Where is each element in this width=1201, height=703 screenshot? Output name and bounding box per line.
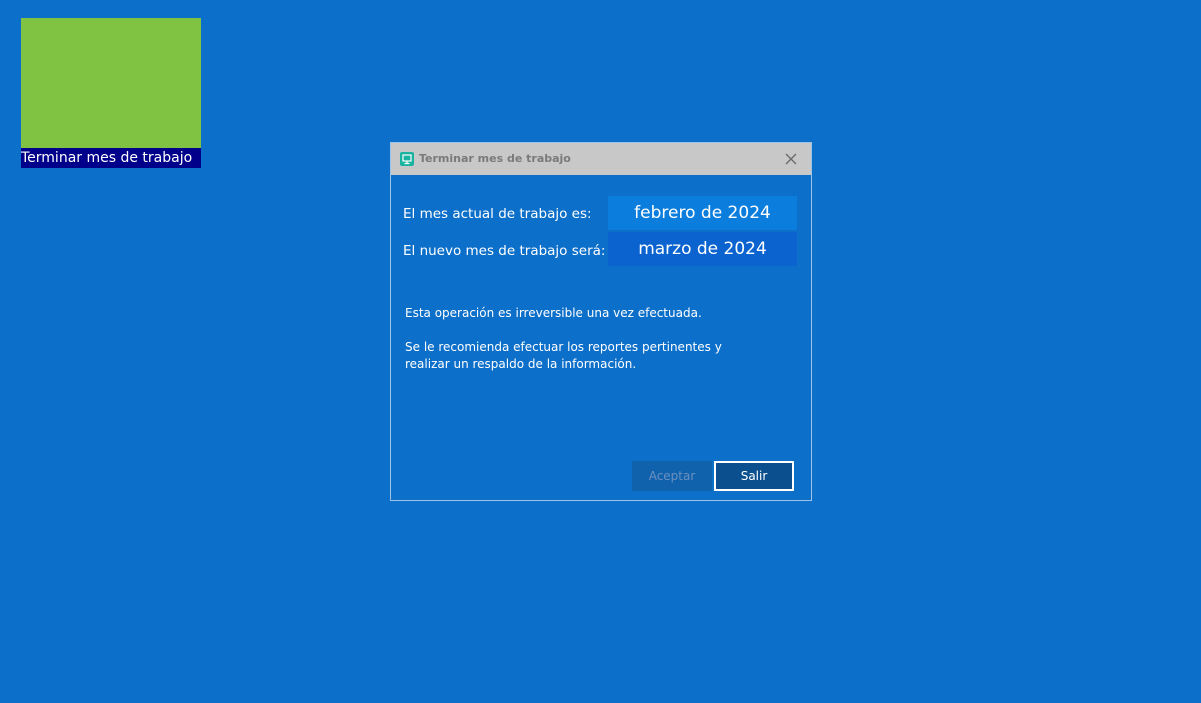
dialog-title: Terminar mes de trabajo	[419, 152, 571, 165]
exit-button[interactable]: Salir	[714, 461, 794, 491]
recommendation-line-1: Se le recomienda efectuar los reportes p…	[405, 340, 722, 354]
terminar-mes-dialog: Terminar mes de trabajo El mes actual de…	[390, 142, 812, 501]
dialog-titlebar[interactable]: Terminar mes de trabajo	[391, 143, 811, 175]
desktop: Terminar mes de trabajo Terminar mes de …	[0, 0, 1201, 703]
warning-message: Esta operación es irreversible una vez e…	[405, 306, 702, 320]
tile-face	[21, 18, 201, 148]
desktop-tile-terminar-mes[interactable]: Terminar mes de trabajo	[21, 18, 201, 168]
monitor-icon	[400, 152, 414, 166]
current-month-label: El mes actual de trabajo es:	[403, 206, 592, 222]
new-month-value: marzo de 2024	[608, 232, 797, 266]
close-icon[interactable]	[781, 149, 801, 169]
current-month-value: febrero de 2024	[608, 196, 797, 230]
recommendation-line-2: realizar un respaldo de la información.	[405, 357, 637, 371]
new-month-label: El nuevo mes de trabajo será:	[403, 243, 606, 259]
tile-label: Terminar mes de trabajo	[21, 148, 201, 168]
accept-button[interactable]: Aceptar	[632, 461, 712, 491]
